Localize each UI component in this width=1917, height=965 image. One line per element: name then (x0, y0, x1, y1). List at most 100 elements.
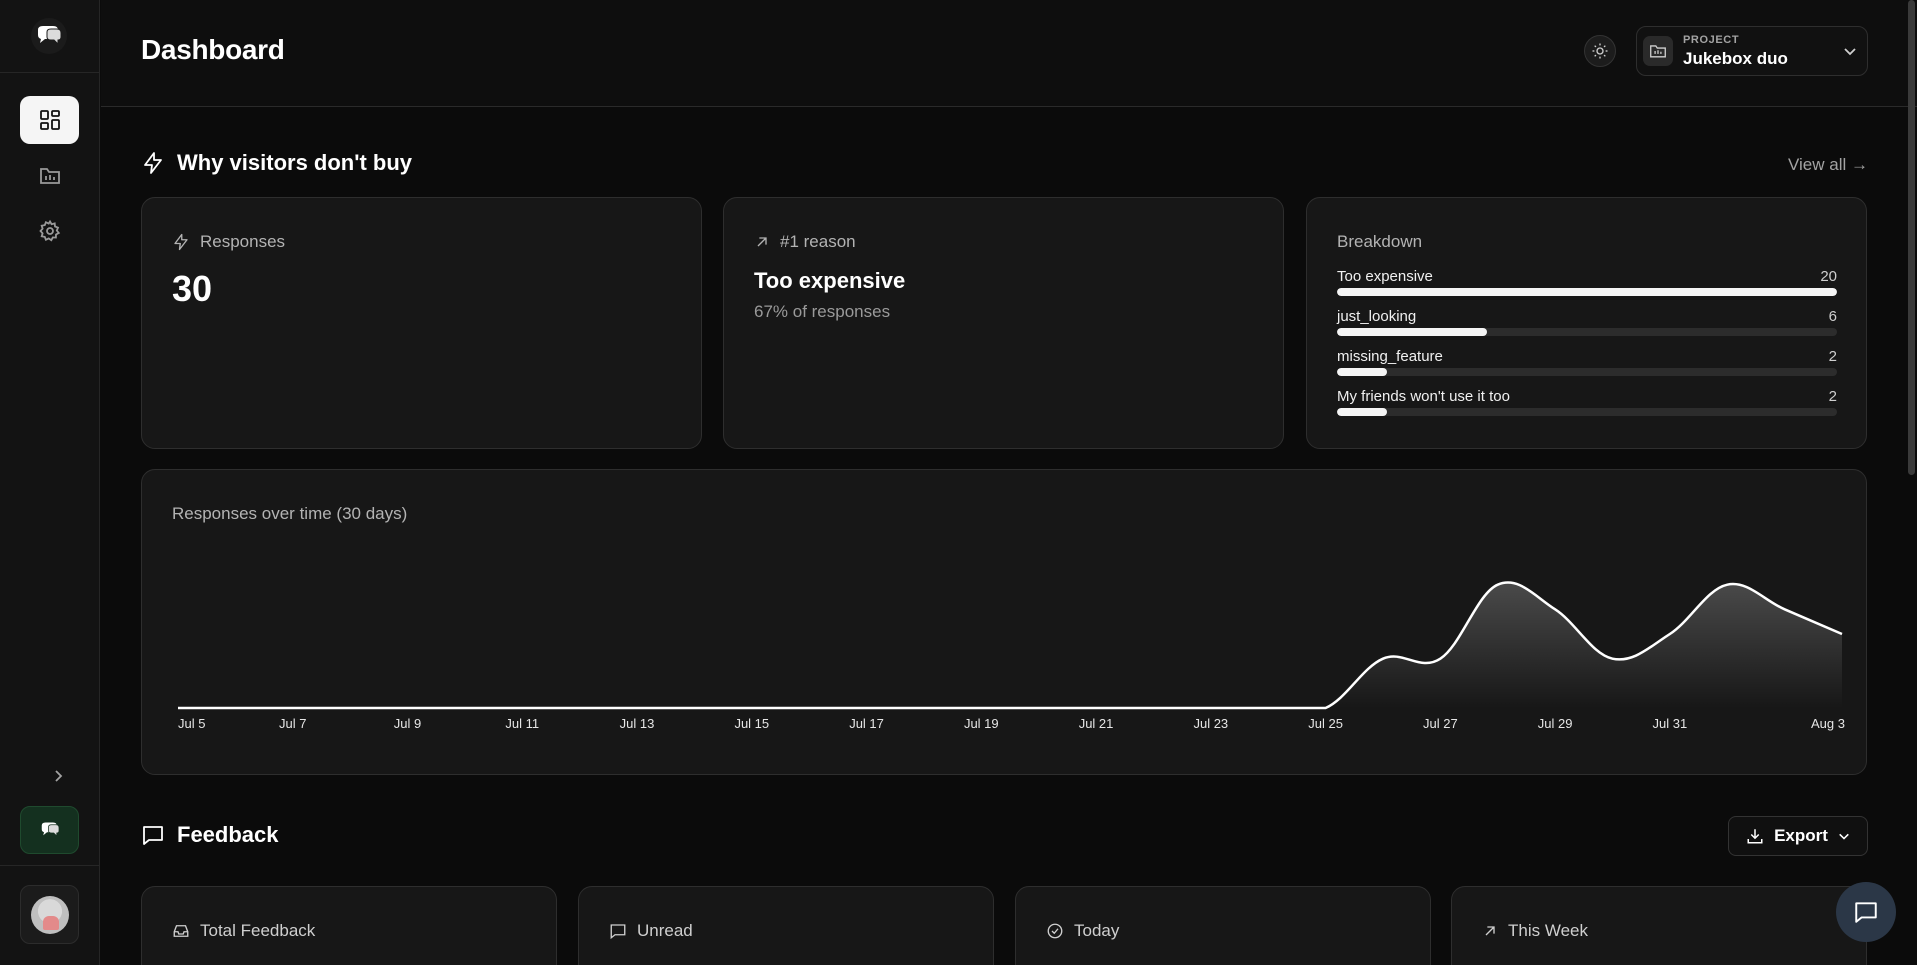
chart-point-jul-13[interactable] (631, 702, 643, 714)
chart-point-jul-29[interactable] (1549, 603, 1561, 615)
chart-point-jul-22[interactable] (1147, 702, 1159, 714)
chart-point-jul-14[interactable] (688, 702, 700, 714)
top-reason-label: #1 reason (754, 232, 856, 252)
chart-point-jul-11[interactable] (516, 702, 528, 714)
chart-point-jul-8[interactable] (344, 702, 356, 714)
responses-over-time-chart: Jul 5 Jul 7 Jul 9 Jul 11 Jul 13 Jul 15 Jul 17 J… (172, 579, 1848, 731)
arrow-up-right-icon (1485, 926, 1495, 936)
responses-count: 30 (172, 268, 213, 309)
page-scrollbar[interactable] (1908, 0, 1915, 475)
breakdown-row-label: Too expensive (1337, 268, 1433, 285)
chart-x-tick-label: Jul 19 (964, 716, 999, 731)
chart-x-tick-label: Jul 21 (1079, 716, 1114, 731)
gear-icon (38, 219, 60, 242)
chart-point-jul-16[interactable] (803, 702, 815, 714)
sidebar-item-projects[interactable] (20, 152, 79, 200)
folder-chart-icon (39, 168, 60, 184)
message-icon (610, 924, 626, 940)
chart-point-jul-17[interactable] (861, 702, 873, 714)
chart-x-tick-label: Jul 27 (1423, 716, 1458, 731)
breakdown-row-label: My friends won't use it too (1337, 388, 1510, 405)
project-name: Jukebox duo (1683, 49, 1788, 68)
chart-point-jul-5[interactable] (172, 702, 184, 714)
message-square-icon (143, 826, 163, 845)
chart-point-jul-6[interactable] (229, 702, 241, 714)
stat-label-text: This Week (1508, 921, 1588, 940)
feedback-section-title: Feedback (141, 822, 279, 848)
chart-point-jul-18[interactable] (918, 702, 930, 714)
chart-point-jul-19[interactable] (975, 702, 987, 714)
chevron-down-icon (1844, 48, 1856, 56)
responses-label: Responses (172, 232, 285, 252)
chart-point-aug-2[interactable] (1779, 603, 1791, 615)
chart-point-aug-3[interactable] (1836, 628, 1848, 640)
stat-label-total: Total Feedback (172, 921, 315, 941)
chart-point-jul-26[interactable] (1377, 653, 1389, 665)
chart-point-jul-31[interactable] (1664, 628, 1676, 640)
breakdown-bar-track (1337, 408, 1837, 416)
breakdown-bar-fill (1337, 288, 1837, 296)
download-icon (1747, 829, 1763, 844)
breakdown-row-count: 2 (1828, 348, 1837, 365)
chart-x-tick-label: Jul 11 (505, 716, 539, 731)
chevron-right-icon (55, 770, 63, 782)
stat-card-unread: Unread (578, 886, 994, 965)
lightning-icon (174, 233, 188, 251)
chart-point-jul-23[interactable] (1205, 702, 1217, 714)
user-avatar-button[interactable] (20, 885, 79, 944)
sidebar-expand-button[interactable] (48, 766, 68, 786)
chart-point-jul-20[interactable] (1033, 702, 1045, 714)
stat-label-this-week: This Week (1482, 921, 1588, 941)
breakdown-bar-fill (1337, 328, 1487, 336)
project-selector[interactable]: PROJECT Jukebox duo (1636, 26, 1868, 76)
chart-x-tick-label: Jul 17 (849, 716, 884, 731)
app-logo[interactable] (31, 18, 67, 54)
breakdown-bar-track (1337, 328, 1837, 336)
chart-point-jul-28[interactable] (1492, 579, 1504, 591)
chat-bubbles-logo-icon (38, 26, 62, 46)
chart-point-jul-15[interactable] (746, 702, 758, 714)
check-circle-icon (1047, 923, 1063, 939)
chart-point-jul-10[interactable] (459, 702, 471, 714)
sidebar-item-dashboard[interactable] (20, 96, 79, 144)
breakdown-card: Breakdown Too expensive 20 just_looking 6 mi… (1306, 197, 1867, 449)
breakdown-title: Breakdown (1337, 232, 1423, 251)
feedback-widget-button[interactable] (20, 806, 79, 854)
chart-x-tick-label: Jul 15 (734, 716, 769, 731)
breakdown-row: My friends won't use it too 2 (1337, 388, 1837, 422)
chart-point-jul-21[interactable] (1090, 702, 1102, 714)
view-all-link[interactable]: View all → (1788, 155, 1868, 175)
export-label: Export (1774, 826, 1828, 845)
chart-point-jul-24[interactable] (1262, 702, 1274, 714)
top-header: Dashboard PROJECT Jukebox duo (101, 0, 1917, 107)
project-folder-icon (1643, 36, 1673, 66)
stat-card-today: Today (1015, 886, 1431, 965)
top-reason-label-text: #1 reason (780, 232, 856, 251)
chart-point-jul-27[interactable] (1434, 653, 1446, 665)
stat-label-text: Today (1074, 921, 1120, 940)
chart-point-aug-1[interactable] (1721, 579, 1733, 591)
chart-x-tick-label: Jul 29 (1538, 716, 1573, 731)
insights-title: Why visitors don't buy (177, 150, 413, 175)
chart-x-tick-label: Jul 13 (620, 716, 655, 731)
breakdown-bar-fill (1337, 368, 1387, 376)
support-chat-button[interactable] (1836, 882, 1896, 942)
stat-label-text: Total Feedback (200, 921, 316, 940)
breakdown-row: missing_feature 2 (1337, 348, 1837, 382)
chart-point-jul-7[interactable] (287, 702, 299, 714)
lightning-icon (144, 152, 162, 174)
breakdown-row-count: 2 (1828, 388, 1837, 405)
chart-point-jul-30[interactable] (1606, 653, 1618, 665)
chart-point-jul-12[interactable] (574, 702, 586, 714)
export-button[interactable]: Export (1728, 816, 1868, 856)
chart-x-tick-label: Jul 23 (1193, 716, 1228, 731)
chart-point-jul-25[interactable] (1320, 702, 1332, 714)
responses-label-text: Responses (200, 232, 286, 251)
chart-point-jul-9[interactable] (402, 702, 414, 714)
sidebar-item-settings[interactable] (20, 207, 79, 255)
breakdown-row: Too expensive 20 (1337, 268, 1837, 302)
theme-toggle-button[interactable] (1584, 35, 1616, 67)
chart-x-tick-label: Jul 25 (1308, 716, 1343, 731)
insights-section-title: Why visitors don't buy (141, 150, 412, 176)
chevron-down-icon (1839, 833, 1849, 840)
